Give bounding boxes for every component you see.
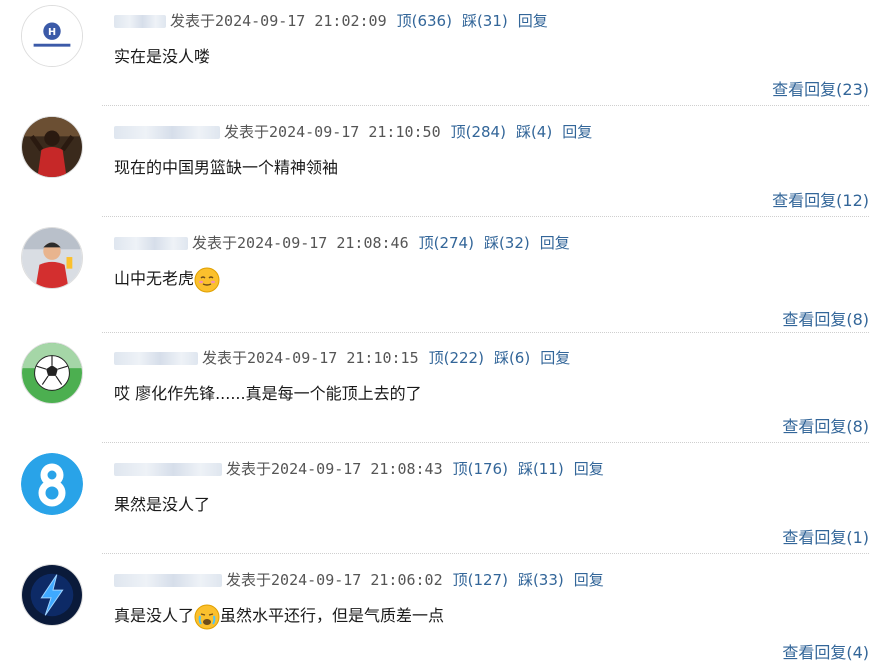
comment-item: 发表于2024-09-17 21:10:15 顶(222) 踩(6) 回复 哎 廖化作… bbox=[0, 337, 893, 448]
comment-meta: 发表于2024-09-17 21:06:02 顶(127) 踩(33) 回复 bbox=[114, 569, 604, 591]
username-blurred[interactable] bbox=[114, 15, 166, 28]
view-replies-link[interactable]: 查看回复(8) bbox=[782, 413, 869, 437]
reply-button[interactable]: 回复 bbox=[518, 12, 548, 30]
upvote-button[interactable]: 顶(176) bbox=[453, 460, 508, 478]
comment-text: 现在的中国男篮缺一个精神领袖 bbox=[114, 158, 339, 177]
view-replies-link[interactable]: 查看回复(23) bbox=[772, 76, 869, 100]
reply-button[interactable]: 回复 bbox=[574, 460, 604, 478]
posted-label: 发表于 bbox=[170, 12, 216, 30]
comment-item: H 发表于2024-09-17 21:02:09 顶(636) 踩(31) 回复 实在… bbox=[0, 0, 893, 111]
comment-meta: 发表于2024-09-17 21:08:46 顶(274) 踩(32) 回复 bbox=[114, 232, 570, 254]
downvote-button[interactable]: 踩(33) bbox=[518, 571, 564, 589]
downvote-button[interactable]: 踩(31) bbox=[462, 12, 508, 30]
comment-meta: 发表于2024-09-17 21:08:43 顶(176) 踩(11) 回复 bbox=[114, 458, 604, 480]
divider bbox=[102, 442, 869, 443]
username-blurred[interactable] bbox=[114, 352, 198, 365]
comment-item: 发表于2024-09-17 21:06:02 顶(127) 踩(33) 回复 真是没人… bbox=[0, 559, 893, 670]
avatar[interactable] bbox=[21, 227, 83, 289]
number-8-avatar-icon bbox=[21, 453, 83, 515]
reply-button[interactable]: 回复 bbox=[540, 234, 570, 252]
posted-label: 发表于 bbox=[224, 123, 270, 141]
reply-button[interactable]: 回复 bbox=[562, 123, 592, 141]
comment-text: 真是没人了 虽然水平还行，但是气质差一点 bbox=[114, 603, 444, 630]
username-blurred[interactable] bbox=[114, 574, 222, 587]
divider bbox=[102, 332, 869, 333]
posted-label: 发表于 bbox=[192, 234, 238, 252]
username-blurred[interactable] bbox=[114, 463, 222, 476]
upvote-button[interactable]: 顶(636) bbox=[397, 12, 452, 30]
avatar[interactable] bbox=[21, 564, 83, 626]
comment-text: 实在是没人喽 bbox=[114, 47, 211, 66]
avatar[interactable] bbox=[21, 116, 83, 178]
player-avatar-icon bbox=[22, 117, 82, 177]
downvote-button[interactable]: 踩(32) bbox=[484, 234, 530, 252]
comment-meta: 发表于2024-09-17 21:10:15 顶(222) 踩(6) 回复 bbox=[114, 347, 570, 369]
timestamp: 2024-09-17 21:10:15 bbox=[247, 349, 419, 367]
comment-meta: 发表于2024-09-17 21:10:50 顶(284) 踩(4) 回复 bbox=[114, 121, 592, 143]
hq-logo-avatar-icon: H bbox=[22, 6, 82, 66]
downvote-button[interactable]: 踩(4) bbox=[516, 123, 552, 141]
posted-label: 发表于 bbox=[202, 349, 248, 367]
comment-text: 山中无老虎 bbox=[114, 266, 220, 293]
downvote-button[interactable]: 踩(11) bbox=[518, 460, 564, 478]
comment-text: 果然是没人了 bbox=[114, 495, 211, 514]
comment-item: 发表于2024-09-17 21:08:43 顶(176) 踩(11) 回复 果然是没… bbox=[0, 448, 893, 559]
timestamp: 2024-09-17 21:02:09 bbox=[215, 12, 387, 30]
divider bbox=[102, 216, 869, 217]
comment-meta: 发表于2024-09-17 21:02:09 顶(636) 踩(31) 回复 bbox=[114, 10, 548, 32]
downvote-button[interactable]: 踩(6) bbox=[494, 349, 530, 367]
lightning-avatar-icon bbox=[22, 565, 82, 625]
view-replies-link[interactable]: 查看回复(8) bbox=[782, 306, 869, 330]
posted-label: 发表于 bbox=[226, 571, 272, 589]
view-replies-link[interactable]: 查看回复(1) bbox=[782, 524, 869, 548]
referee-avatar-icon bbox=[22, 228, 82, 288]
divider bbox=[102, 553, 869, 554]
view-replies-link[interactable]: 查看回复(4) bbox=[782, 639, 869, 663]
crying-face-icon bbox=[194, 604, 220, 629]
timestamp: 2024-09-17 21:08:43 bbox=[271, 460, 443, 478]
svg-text:H: H bbox=[48, 27, 56, 38]
comment-item: 发表于2024-09-17 21:08:46 顶(274) 踩(32) 回复 山中无老… bbox=[0, 222, 893, 333]
timestamp: 2024-09-17 21:06:02 bbox=[271, 571, 443, 589]
comment-text-body: 山中无老虎 bbox=[114, 269, 195, 288]
avatar[interactable]: H bbox=[21, 5, 83, 67]
relieved-face-icon bbox=[194, 267, 220, 292]
posted-label: 发表于 bbox=[226, 460, 272, 478]
divider bbox=[102, 105, 869, 106]
upvote-button[interactable]: 顶(284) bbox=[451, 123, 506, 141]
avatar[interactable] bbox=[21, 453, 83, 515]
view-replies-link[interactable]: 查看回复(12) bbox=[772, 187, 869, 211]
reply-button[interactable]: 回复 bbox=[540, 349, 570, 367]
timestamp: 2024-09-17 21:10:50 bbox=[269, 123, 441, 141]
comment-text-continued: 虽然水平还行，但是气质差一点 bbox=[220, 606, 445, 625]
upvote-button[interactable]: 顶(274) bbox=[419, 234, 474, 252]
upvote-button[interactable]: 顶(127) bbox=[453, 571, 508, 589]
soccer-ball-avatar-icon bbox=[22, 343, 82, 403]
username-blurred[interactable] bbox=[114, 237, 188, 250]
timestamp: 2024-09-17 21:08:46 bbox=[237, 234, 409, 252]
reply-button[interactable]: 回复 bbox=[574, 571, 604, 589]
comment-item: 发表于2024-09-17 21:10:50 顶(284) 踩(4) 回复 现在的中国… bbox=[0, 111, 893, 222]
comment-text: 哎 廖化作先锋......真是每一个能顶上去的了 bbox=[114, 384, 422, 403]
username-blurred[interactable] bbox=[114, 126, 220, 139]
comment-text-body: 真是没人了 bbox=[114, 606, 195, 625]
avatar[interactable] bbox=[21, 342, 83, 404]
upvote-button[interactable]: 顶(222) bbox=[429, 349, 484, 367]
